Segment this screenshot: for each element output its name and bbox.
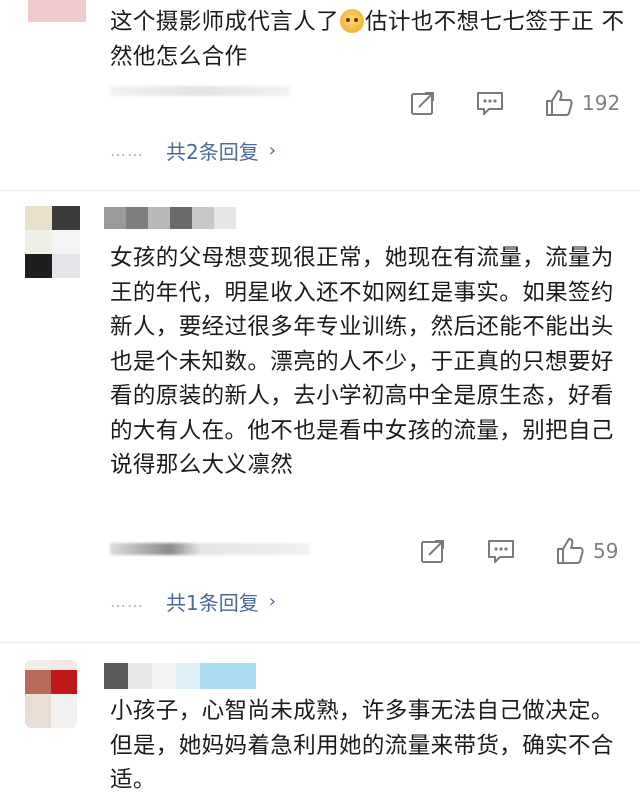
thumbs-up-icon xyxy=(557,538,584,564)
comment-icon xyxy=(488,540,514,563)
thumbs-up-icon xyxy=(546,90,573,116)
repost-icon xyxy=(421,540,444,563)
reply-link-label: 共2条回复 xyxy=(166,140,259,164)
reply-link-label: 共1条回复 xyxy=(166,591,259,615)
chevron-right-icon: › xyxy=(268,591,276,612)
comment-icon xyxy=(477,92,503,115)
avatar[interactable] xyxy=(28,0,86,22)
like-count: 59 xyxy=(593,539,619,563)
divider xyxy=(0,190,640,191)
avatar[interactable] xyxy=(25,206,80,278)
smirk-emoji-icon xyxy=(340,9,365,33)
like-count: 192 xyxy=(582,91,621,115)
repost-button[interactable] xyxy=(410,90,436,116)
divider xyxy=(0,642,640,643)
avatar[interactable] xyxy=(25,660,77,728)
username-mosaic[interactable] xyxy=(104,207,236,229)
comment-meta-blurred xyxy=(110,86,290,96)
comment-button[interactable] xyxy=(487,538,515,564)
view-replies-link[interactable]: …… 共2条回复 › xyxy=(110,136,276,165)
comment-text: 小孩子，心智尚未成熟，许多事无法自己做决定。但是，她妈妈着急利用她的流量来带货，… xyxy=(110,698,614,793)
comment-button[interactable] xyxy=(476,90,504,116)
reply-dots: …… xyxy=(110,592,144,611)
reply-dots: …… xyxy=(110,141,144,160)
comment-text: 这个摄影师成代言人了 估计也不想七七签于正 不然他怎么合作 xyxy=(110,9,625,70)
comment-meta-blurred xyxy=(110,543,310,555)
view-replies-link[interactable]: …… 共1条回复 › xyxy=(110,587,276,616)
like-button[interactable]: 59 xyxy=(555,536,618,566)
like-button[interactable]: 192 xyxy=(544,88,620,118)
chevron-right-icon: › xyxy=(268,140,276,161)
repost-button[interactable] xyxy=(420,538,446,564)
username-mosaic[interactable] xyxy=(104,663,256,689)
repost-icon xyxy=(411,92,434,115)
comment-text: 女孩的父母想变现很正常，她现在有流量，流量为王的年代，明星收入还不如网红是事实。… xyxy=(110,245,614,478)
